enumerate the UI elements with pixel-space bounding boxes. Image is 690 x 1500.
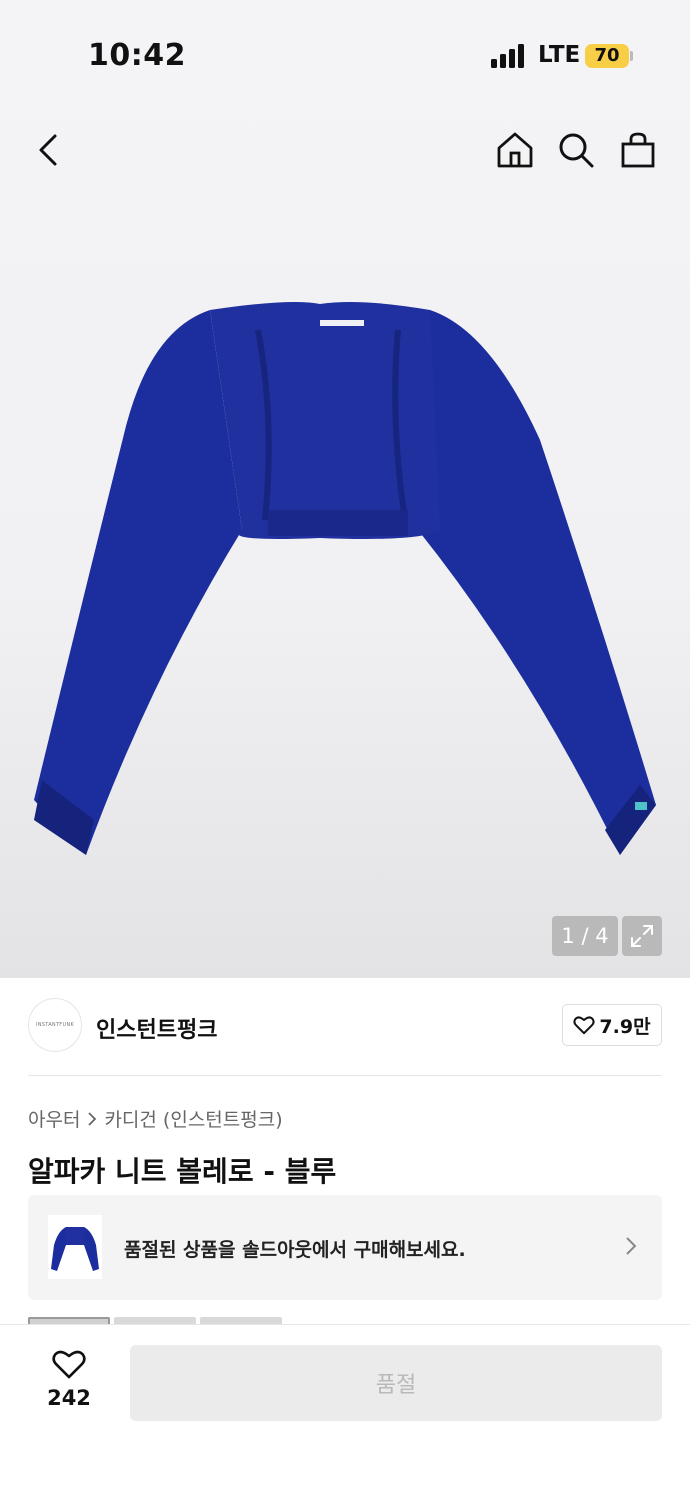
home-icon[interactable] xyxy=(495,130,535,170)
brand-logo[interactable]: INSTANTFUNK xyxy=(28,998,82,1052)
like-button[interactable]: 242 xyxy=(40,1348,98,1420)
chevron-right-icon xyxy=(626,1237,637,1255)
breadcrumb-category[interactable]: 아우터 xyxy=(28,1105,80,1132)
breadcrumb: 아우터 카디건 (인스턴트펑크) xyxy=(28,1105,283,1132)
network-label: LTE xyxy=(538,42,581,68)
chevron-right-icon xyxy=(88,1111,97,1126)
signal-icon xyxy=(491,44,525,68)
brand-like-button[interactable]: 7.9만 xyxy=(562,1004,662,1046)
soldout-thumbnail xyxy=(48,1215,102,1279)
expand-icon[interactable] xyxy=(622,916,662,956)
brand-name[interactable]: 인스턴트펑크 xyxy=(96,1012,217,1044)
brand-row[interactable]: INSTANTFUNK 인스턴트펑크 7.9만 xyxy=(28,998,662,1054)
battery-cap xyxy=(630,51,633,61)
product-title: 알파카 니트 볼레로 - 블루 xyxy=(28,1155,337,1188)
soldout-banner[interactable]: 품절된 상품을 솔드아웃에서 구매해보세요. xyxy=(28,1195,662,1300)
like-count: 242 xyxy=(47,1386,91,1410)
divider xyxy=(28,1075,662,1076)
breadcrumb-subcategory[interactable]: 카디건 (인스턴트펑크) xyxy=(104,1105,282,1132)
status-bar: 10:42 LTE 70 xyxy=(0,0,690,110)
soldout-text: 품절된 상품을 솔드아웃에서 구매해보세요. xyxy=(124,1239,466,1261)
brand-like-count: 7.9만 xyxy=(599,1015,651,1038)
shopping-bag-icon[interactable] xyxy=(618,130,658,170)
heart-icon xyxy=(573,1016,595,1035)
status-time: 10:42 xyxy=(88,38,186,73)
back-icon[interactable] xyxy=(28,130,68,170)
battery-icon: 70 xyxy=(585,44,629,68)
image-counter: 1 / 4 xyxy=(552,916,618,956)
product-image[interactable] xyxy=(20,290,670,870)
soldout-button[interactable]: 품절 xyxy=(130,1345,662,1421)
product-gallery[interactable]: 10:42 LTE 70 1 / 4 xyxy=(0,0,690,978)
search-icon[interactable] xyxy=(556,130,596,170)
heart-icon xyxy=(52,1350,86,1379)
